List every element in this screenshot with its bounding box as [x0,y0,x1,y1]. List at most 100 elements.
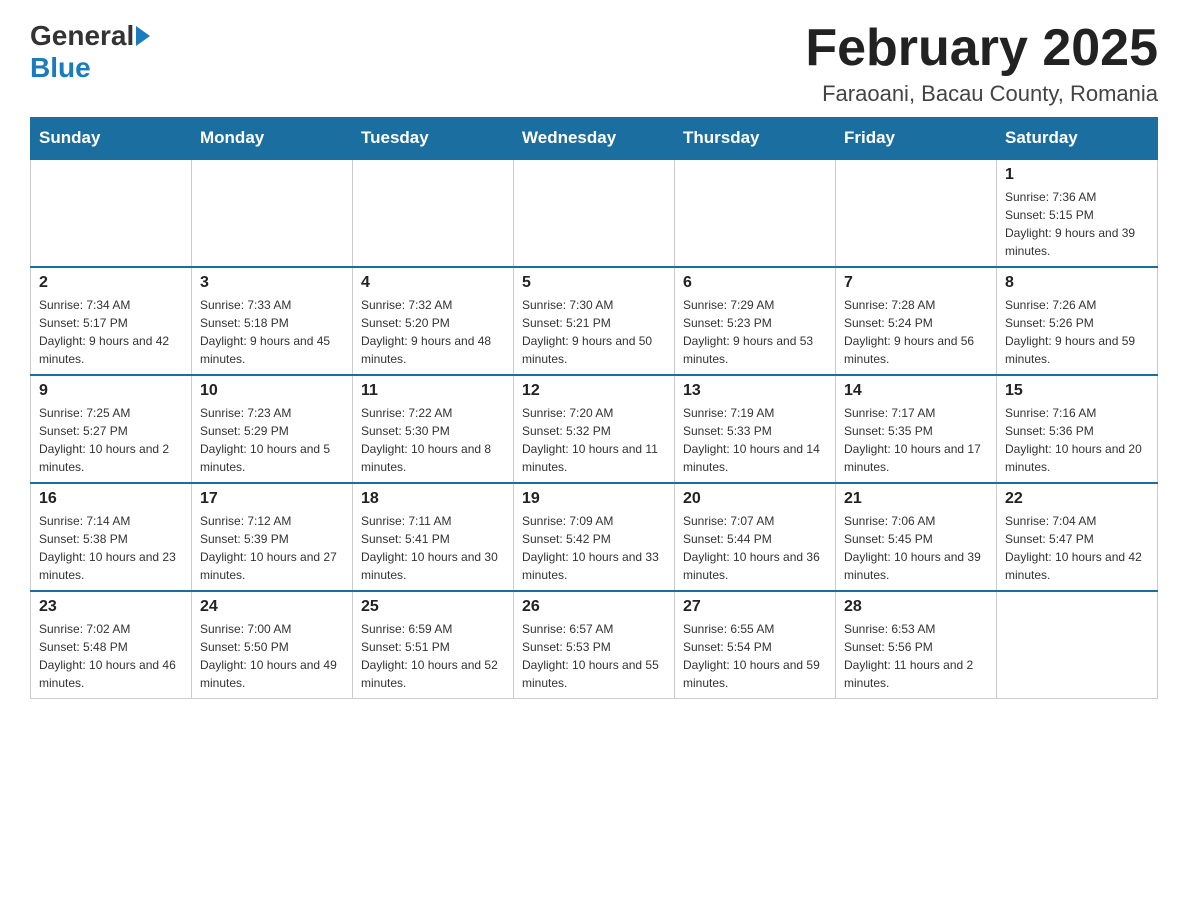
day-info: Sunrise: 7:30 AM Sunset: 5:21 PM Dayligh… [522,296,666,368]
day-number: 20 [683,490,827,508]
calendar-week-row: 9 Sunrise: 7:25 AM Sunset: 5:27 PM Daylig… [31,375,1158,483]
table-row: 16 Sunrise: 7:14 AM Sunset: 5:38 PM Dayli… [31,483,192,591]
day-info: Sunrise: 7:34 AM Sunset: 5:17 PM Dayligh… [39,296,183,368]
table-row: 17 Sunrise: 7:12 AM Sunset: 5:39 PM Dayli… [192,483,353,591]
calendar-week-row: 1Sunrise: 7:36 AM Sunset: 5:15 PM Daylig… [31,159,1158,267]
day-number: 1 [1005,166,1149,184]
day-number: 4 [361,274,505,292]
table-row: 15 Sunrise: 7:16 AM Sunset: 5:36 PM Dayli… [997,375,1158,483]
logo-general-text: General [30,20,134,52]
col-thursday: Thursday [675,118,836,160]
table-row: 9 Sunrise: 7:25 AM Sunset: 5:27 PM Daylig… [31,375,192,483]
table-row: 12 Sunrise: 7:20 AM Sunset: 5:32 PM Dayli… [514,375,675,483]
table-row: 2 Sunrise: 7:34 AM Sunset: 5:17 PM Daylig… [31,267,192,375]
calendar-title: February 2025 [805,20,1158,77]
logo: General Blue [30,20,150,84]
col-sunday: Sunday [31,118,192,160]
table-row: 27 Sunrise: 6:55 AM Sunset: 5:54 PM Dayli… [675,591,836,699]
day-info: Sunrise: 7:26 AM Sunset: 5:26 PM Dayligh… [1005,296,1149,368]
day-number: 24 [200,598,344,616]
day-info: Sunrise: 7:06 AM Sunset: 5:45 PM Dayligh… [844,512,988,584]
calendar-subtitle: Faraoani, Bacau County, Romania [805,81,1158,107]
day-number: 28 [844,598,988,616]
table-row: 25 Sunrise: 6:59 AM Sunset: 5:51 PM Dayli… [353,591,514,699]
day-info: Sunrise: 7:00 AM Sunset: 5:50 PM Dayligh… [200,620,344,692]
day-number: 27 [683,598,827,616]
table-row: 14Sunrise: 7:17 AM Sunset: 5:35 PM Dayli… [836,375,997,483]
table-row [353,159,514,267]
table-row: 21 Sunrise: 7:06 AM Sunset: 5:45 PM Dayli… [836,483,997,591]
day-number: 23 [39,598,183,616]
day-number: 21 [844,490,988,508]
table-row: 28Sunrise: 6:53 AM Sunset: 5:56 PM Dayli… [836,591,997,699]
col-saturday: Saturday [997,118,1158,160]
table-row: 20 Sunrise: 7:07 AM Sunset: 5:44 PM Dayli… [675,483,836,591]
day-info: Sunrise: 6:59 AM Sunset: 5:51 PM Dayligh… [361,620,505,692]
page-header: General Blue February 2025 Faraoani, Bac… [30,20,1158,107]
day-number: 19 [522,490,666,508]
table-row: 8Sunrise: 7:26 AM Sunset: 5:26 PM Daylig… [997,267,1158,375]
calendar-header-row: Sunday Monday Tuesday Wednesday Thursday… [31,118,1158,160]
table-row: 5 Sunrise: 7:30 AM Sunset: 5:21 PM Daylig… [514,267,675,375]
day-info: Sunrise: 7:16 AM Sunset: 5:36 PM Dayligh… [1005,404,1149,476]
col-monday: Monday [192,118,353,160]
table-row [836,159,997,267]
day-info: Sunrise: 7:22 AM Sunset: 5:30 PM Dayligh… [361,404,505,476]
day-number: 26 [522,598,666,616]
table-row: 24 Sunrise: 7:00 AM Sunset: 5:50 PM Dayli… [192,591,353,699]
table-row: 10Sunrise: 7:23 AM Sunset: 5:29 PM Dayli… [192,375,353,483]
col-friday: Friday [836,118,997,160]
day-info: Sunrise: 7:14 AM Sunset: 5:38 PM Dayligh… [39,512,183,584]
day-info: Sunrise: 7:25 AM Sunset: 5:27 PM Dayligh… [39,404,183,476]
title-area: February 2025 Faraoani, Bacau County, Ro… [805,20,1158,107]
day-number: 15 [1005,382,1149,400]
day-number: 16 [39,490,183,508]
calendar-week-row: 2 Sunrise: 7:34 AM Sunset: 5:17 PM Daylig… [31,267,1158,375]
col-wednesday: Wednesday [514,118,675,160]
table-row: 4 Sunrise: 7:32 AM Sunset: 5:20 PM Daylig… [353,267,514,375]
day-info: Sunrise: 7:33 AM Sunset: 5:18 PM Dayligh… [200,296,344,368]
table-row: 18Sunrise: 7:11 AM Sunset: 5:41 PM Dayli… [353,483,514,591]
table-row [514,159,675,267]
day-info: Sunrise: 7:29 AM Sunset: 5:23 PM Dayligh… [683,296,827,368]
table-row: 6 Sunrise: 7:29 AM Sunset: 5:23 PM Daylig… [675,267,836,375]
col-tuesday: Tuesday [353,118,514,160]
day-info: Sunrise: 7:28 AM Sunset: 5:24 PM Dayligh… [844,296,988,368]
logo-blue-text: Blue [30,52,91,84]
table-row: 23 Sunrise: 7:02 AM Sunset: 5:48 PM Dayli… [31,591,192,699]
day-info: Sunrise: 7:11 AM Sunset: 5:41 PM Dayligh… [361,512,505,584]
day-number: 9 [39,382,183,400]
calendar-week-row: 16 Sunrise: 7:14 AM Sunset: 5:38 PM Dayli… [31,483,1158,591]
table-row: 19 Sunrise: 7:09 AM Sunset: 5:42 PM Dayli… [514,483,675,591]
day-info: Sunrise: 7:07 AM Sunset: 5:44 PM Dayligh… [683,512,827,584]
table-row: 22Sunrise: 7:04 AM Sunset: 5:47 PM Dayli… [997,483,1158,591]
table-row: 3Sunrise: 7:33 AM Sunset: 5:18 PM Daylig… [192,267,353,375]
table-row [675,159,836,267]
day-number: 25 [361,598,505,616]
day-number: 17 [200,490,344,508]
day-info: Sunrise: 6:57 AM Sunset: 5:53 PM Dayligh… [522,620,666,692]
day-info: Sunrise: 7:12 AM Sunset: 5:39 PM Dayligh… [200,512,344,584]
day-number: 13 [683,382,827,400]
day-number: 5 [522,274,666,292]
logo-general: General [30,20,150,52]
calendar-table: Sunday Monday Tuesday Wednesday Thursday… [30,117,1158,699]
calendar-week-row: 23 Sunrise: 7:02 AM Sunset: 5:48 PM Dayli… [31,591,1158,699]
logo-arrow-icon [136,26,150,46]
day-info: Sunrise: 7:23 AM Sunset: 5:29 PM Dayligh… [200,404,344,476]
table-row: 1Sunrise: 7:36 AM Sunset: 5:15 PM Daylig… [997,159,1158,267]
day-info: Sunrise: 7:09 AM Sunset: 5:42 PM Dayligh… [522,512,666,584]
day-info: Sunrise: 7:20 AM Sunset: 5:32 PM Dayligh… [522,404,666,476]
day-number: 12 [522,382,666,400]
day-number: 22 [1005,490,1149,508]
day-info: Sunrise: 7:32 AM Sunset: 5:20 PM Dayligh… [361,296,505,368]
table-row [997,591,1158,699]
day-number: 6 [683,274,827,292]
table-row [31,159,192,267]
day-number: 2 [39,274,183,292]
day-info: Sunrise: 7:02 AM Sunset: 5:48 PM Dayligh… [39,620,183,692]
day-info: Sunrise: 7:17 AM Sunset: 5:35 PM Dayligh… [844,404,988,476]
table-row: 26 Sunrise: 6:57 AM Sunset: 5:53 PM Dayli… [514,591,675,699]
day-info: Sunrise: 6:55 AM Sunset: 5:54 PM Dayligh… [683,620,827,692]
day-number: 7 [844,274,988,292]
